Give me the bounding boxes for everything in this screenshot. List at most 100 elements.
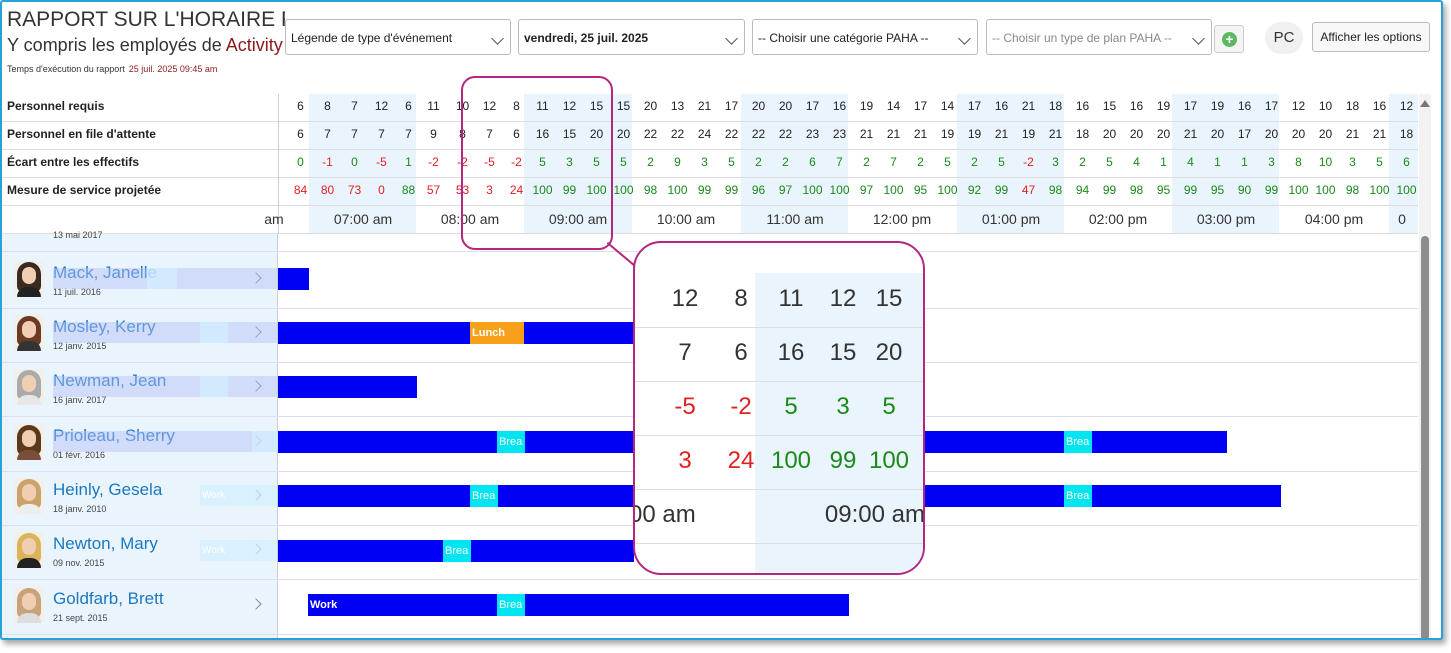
break-block[interactable]: Brea — [443, 540, 471, 562]
hour-label: 01:00 pm — [981, 211, 1041, 227]
hour-label: 10:00 am — [656, 211, 716, 227]
avatar-face — [22, 538, 36, 555]
gap-cell: 6 — [809, 155, 816, 169]
user-avatar-button[interactable]: PC — [1265, 22, 1303, 54]
panel-overlay-bar — [53, 376, 277, 397]
work-block[interactable] — [278, 376, 417, 398]
required-cell: 16 — [994, 99, 1009, 113]
employee-name[interactable]: Heinly, Gesela — [53, 480, 162, 500]
avatar-face — [22, 267, 36, 284]
queued-cell: 20 — [1318, 127, 1333, 141]
required-cell: 17 — [913, 99, 928, 113]
break-block[interactable]: Brea — [1064, 431, 1092, 453]
queued-cell: 21 — [1048, 127, 1063, 141]
date-dropdown[interactable]: vendredi, 25 juil. 2025 — [518, 19, 745, 55]
break-block[interactable]: Brea — [470, 485, 498, 507]
queued-cell: 20 — [1291, 127, 1306, 141]
service-cell: 98 — [1129, 183, 1144, 197]
lunch-block[interactable]: Lunch — [470, 322, 524, 344]
queued-cell: 20 — [1210, 127, 1225, 141]
employee-name[interactable]: Goldfarb, Brett — [53, 589, 164, 609]
scrollbar-thumb[interactable] — [1421, 236, 1429, 638]
gap-cell: 5 — [1376, 155, 1383, 169]
queued-cell: 20 — [616, 127, 631, 141]
gap-cell: 5 — [620, 155, 627, 169]
grid-divider — [2, 149, 1418, 150]
gap-cell: 5 — [1106, 155, 1113, 169]
zoom-divider — [635, 381, 923, 382]
queued-cell: 20 — [1264, 127, 1279, 141]
employee-avatar — [14, 424, 44, 460]
zoom-divider — [635, 327, 923, 328]
zoom-cell: 11 — [778, 285, 804, 312]
zoom-cell: 100 — [770, 447, 812, 474]
hour-label: 0 — [1398, 211, 1406, 227]
zoom-cell: 24 — [727, 447, 755, 474]
panel-overlay-bar — [53, 322, 277, 343]
zoom-cell: 3 — [836, 393, 850, 420]
event-type-legend-dropdown[interactable]: Légende de type d'événement — [285, 19, 511, 55]
plan-type-dropdown-value: -- Choisir un type de plan PAHA -- — [992, 31, 1172, 45]
queued-cell: 24 — [697, 127, 712, 141]
hour-label: 07:00 am — [333, 211, 393, 227]
required-cell: 21 — [697, 99, 712, 113]
zoom-cell: 3 — [635, 447, 655, 475]
zoom-cell: 12 — [671, 285, 699, 312]
zoom-divider — [635, 489, 923, 490]
employee-avatar — [14, 369, 44, 405]
break-block[interactable]: Brea — [1064, 485, 1092, 507]
scroll-up-arrow-icon[interactable] — [1420, 100, 1430, 107]
required-cell: 16 — [832, 99, 847, 113]
gap-cell: 10 — [1318, 155, 1333, 169]
required-cell: 16 — [1237, 99, 1252, 113]
row-label-queued: Personnel en file d'attente — [7, 127, 156, 141]
service-cell: 99 — [994, 183, 1009, 197]
gap-cell: 0 — [297, 155, 304, 169]
break-block[interactable]: Brea — [497, 594, 525, 616]
subtitle-highlight: Activity — [225, 35, 283, 55]
zoom-cell: 2 — [635, 393, 655, 421]
plan-type-dropdown[interactable]: -- Choisir un type de plan PAHA -- — [986, 19, 1212, 55]
row-label-service: Mesure de service projetée — [7, 183, 162, 197]
avatar-face — [22, 430, 36, 447]
category-dropdown[interactable]: -- Choisir une catégorie PAHA -- — [752, 19, 978, 55]
service-cell: 100 — [883, 183, 904, 197]
employee-name[interactable]: Newton, Mary — [53, 534, 158, 554]
hour-label: 04:00 pm — [1304, 211, 1364, 227]
gap-cell: 2 — [755, 155, 762, 169]
chevron-right-icon[interactable] — [250, 598, 262, 610]
queued-cell: 21 — [913, 127, 928, 141]
add-button[interactable]: + — [1214, 25, 1244, 53]
queued-cell: 9 — [430, 127, 437, 141]
queued-cell: 21 — [1372, 127, 1387, 141]
gap-cell: 5 — [944, 155, 951, 169]
work-block[interactable] — [278, 322, 634, 344]
zoom-cell: 0 — [635, 285, 655, 313]
chevron-down-icon — [491, 32, 504, 45]
service-cell: 100 — [802, 183, 823, 197]
service-cell: 95 — [913, 183, 928, 197]
employee-row[interactable]: Goldfarb, Brett 21 sept. 2015 — [2, 580, 278, 634]
required-cell: 16 — [1372, 99, 1387, 113]
grid-divider — [2, 177, 1418, 178]
service-cell: 98 — [643, 183, 658, 197]
work-block[interactable] — [278, 268, 309, 290]
required-cell: 18 — [1048, 99, 1063, 113]
queued-cell: 22 — [724, 127, 739, 141]
show-options-button[interactable]: Afficher les options — [1312, 22, 1430, 52]
date-dropdown-value: vendredi, 25 juil. 2025 — [524, 31, 649, 45]
break-block[interactable]: Brea — [497, 431, 525, 453]
avatar-body — [17, 613, 41, 623]
gap-cell: 3 — [1268, 155, 1275, 169]
required-cell: 16 — [1129, 99, 1144, 113]
gap-cell: 8 — [1295, 155, 1302, 169]
work-block[interactable]: Work — [308, 594, 849, 616]
service-cell: 99 — [724, 183, 739, 197]
employee-hire-date: 13 mai 2017 — [53, 230, 103, 240]
zoom-divider — [635, 543, 923, 544]
service-cell: 100 — [1396, 183, 1417, 197]
gap-cell: -2 — [1023, 155, 1034, 169]
queued-cell: 7 — [324, 127, 331, 141]
service-cell: 88 — [401, 183, 416, 197]
gap-cell: 2 — [863, 155, 870, 169]
